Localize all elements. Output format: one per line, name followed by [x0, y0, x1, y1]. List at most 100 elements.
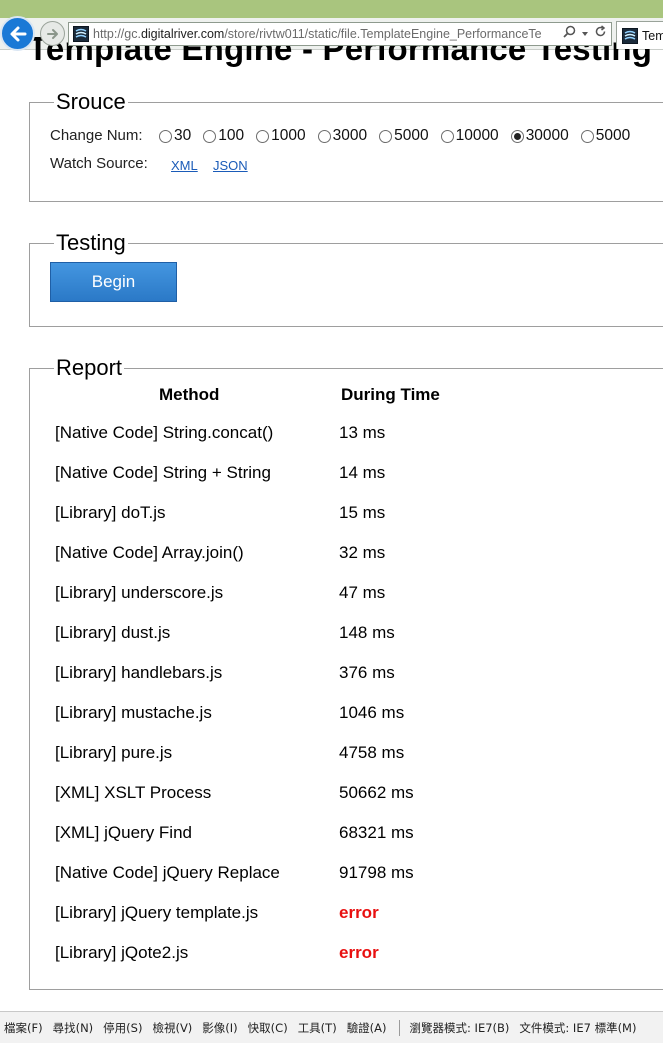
during-time-cell: 68321 ms: [339, 823, 414, 842]
menu-separator: [398, 1019, 400, 1036]
url-prefix: http://gc.: [93, 27, 141, 41]
method-cell: [Library] mustache.js: [55, 703, 212, 722]
browser-tab[interactable]: Tem: [616, 21, 663, 49]
method-cell: [Library] dust.js: [55, 623, 171, 642]
during-time-cell: 14 ms: [339, 463, 386, 482]
menu-item[interactable]: 快取(C): [248, 1020, 288, 1036]
source-fieldset: Srouce Change Num: 30 100 1000 3000 5000 1000…: [29, 89, 663, 202]
during-time-cell: 148 ms: [339, 623, 395, 642]
refresh-icon[interactable]: [594, 25, 607, 43]
change-num-option-label: 5000: [394, 127, 429, 144]
search-icon[interactable]: [563, 25, 576, 43]
forward-button[interactable]: [40, 21, 65, 46]
json-link[interactable]: JSON: [213, 158, 248, 173]
change-num-label: Change Num:: [50, 127, 143, 144]
table-row: [Library] underscore.js 47 ms: [55, 583, 655, 623]
method-cell: [XML] XSLT Process: [55, 783, 212, 802]
menu-item[interactable]: 尋找(N): [53, 1020, 94, 1036]
mode-menu-item[interactable]: 文件模式: IE7 標準(M): [519, 1020, 636, 1036]
radio-button-icon[interactable]: [440, 129, 454, 143]
table-row: [XML] jQuery Find 68321 ms: [55, 823, 655, 863]
table-row: [Native Code] String.concat() 13 ms: [55, 423, 655, 463]
table-row: [Library] handlebars.js 376 ms: [55, 663, 655, 703]
address-bar[interactable]: http://gc.digitalriver.com/store/rivtw01…: [68, 22, 612, 46]
begin-button[interactable]: Begin: [50, 262, 177, 302]
method-cell: [Native Code] String.concat(): [55, 423, 274, 442]
change-num-radio-group: 30 100 1000 3000 5000 10000 30000 5000: [159, 127, 642, 145]
testing-legend: Testing: [54, 230, 128, 256]
during-time-cell: 32 ms: [339, 543, 386, 562]
table-row: [Native Code] String + String 14 ms: [55, 463, 655, 503]
radio-selected-dot: [513, 132, 521, 140]
method-cell: [Native Code] Array.join(): [55, 543, 244, 562]
during-time-cell: error: [339, 903, 379, 922]
change-num-option-label: 3000: [332, 127, 368, 144]
arrow-right-icon: [46, 28, 58, 39]
table-row: [Library] doT.js 15 ms: [55, 503, 655, 543]
table-row: [Library] mustache.js 1046 ms: [55, 703, 655, 743]
menu-item[interactable]: 停用(S): [103, 1020, 142, 1036]
method-cell: [Library] pure.js: [55, 743, 173, 762]
during-time-column-header: During Time: [341, 385, 440, 404]
radio-button-icon[interactable]: [580, 129, 594, 143]
table-row: [Native Code] jQuery Replace 91798 ms: [55, 863, 655, 903]
during-time-cell: 376 ms: [339, 663, 395, 682]
table-row: [Library] dust.js 148 ms: [55, 623, 655, 663]
mode-menu-item[interactable]: 瀏覽器模式: IE7(B): [410, 1020, 510, 1036]
change-num-option[interactable]: 30: [159, 127, 191, 145]
during-time-cell: 15 ms: [339, 503, 386, 522]
radio-button-icon[interactable]: [203, 129, 217, 143]
menu-item[interactable]: 檔案(F): [4, 1020, 43, 1036]
radio-button-icon[interactable]: [159, 129, 172, 143]
xml-link[interactable]: XML: [171, 158, 198, 173]
tab-label: Tem: [642, 28, 663, 43]
radio-button-icon[interactable]: [510, 129, 524, 143]
method-cell: [Library] jQuery template.js: [55, 903, 259, 922]
radio-button-icon[interactable]: [379, 129, 393, 143]
method-column-header: Method: [159, 385, 220, 404]
radio-button-icon[interactable]: [256, 129, 270, 143]
menu-item[interactable]: 影像(I): [202, 1020, 237, 1036]
during-time-cell: 4758 ms: [339, 743, 405, 762]
change-num-option-label: 5000: [595, 127, 631, 144]
url-host: digitalriver.com: [140, 27, 225, 41]
method-cell: [Library] doT.js: [55, 503, 166, 522]
during-time-cell: 1046 ms: [339, 703, 405, 722]
change-num-option[interactable]: 30000: [510, 127, 569, 145]
during-time-cell: 47 ms: [339, 583, 386, 602]
change-num-option-label: 1000: [271, 127, 306, 144]
change-num-option[interactable]: 10000: [440, 127, 499, 145]
radio-button-icon[interactable]: [317, 129, 331, 143]
method-cell: [Library] jQote2.js: [55, 943, 189, 962]
site-favicon-icon: [622, 27, 638, 44]
menu-item[interactable]: 驗證(A): [347, 1020, 387, 1036]
change-num-option[interactable]: 100: [203, 127, 244, 145]
change-num-option[interactable]: 1000: [256, 127, 306, 145]
table-row: [Library] pure.js 4758 ms: [55, 743, 655, 783]
table-row: [Library] jQuery template.js error: [55, 903, 655, 943]
testing-fieldset: Testing Begin: [29, 230, 663, 327]
during-time-cell: 91798 ms: [339, 863, 414, 882]
report-legend: Report: [54, 355, 125, 381]
window-title-strip: [0, 0, 663, 18]
menu-item[interactable]: 檢視(V): [152, 1020, 192, 1036]
change-num-option-label: 10000: [455, 127, 499, 144]
during-time-cell: error: [339, 943, 379, 962]
watch-source-label: Watch Source:: [50, 155, 148, 172]
url-text[interactable]: http://gc.digitalriver.com/store/rivtw01…: [93, 27, 548, 41]
method-cell: [Native Code] jQuery Replace: [55, 863, 280, 882]
table-row: [XML] XSLT Process 50662 ms: [55, 783, 655, 823]
dropdown-arrow-icon[interactable]: [581, 25, 589, 43]
during-time-cell: 50662 ms: [339, 783, 414, 802]
report-fieldset: Report Method During Time [Native Code] …: [29, 355, 663, 990]
during-time-cell: 13 ms: [339, 423, 386, 442]
method-cell: [Native Code] String + String: [55, 463, 271, 482]
change-num-option[interactable]: 3000: [317, 127, 368, 145]
change-num-option[interactable]: 5000: [580, 127, 631, 145]
change-num-option[interactable]: 5000: [379, 127, 429, 145]
table-row: [Library] jQote2.js error: [55, 943, 655, 983]
address-tools: [559, 25, 607, 43]
site-favicon-icon: [73, 26, 89, 42]
menu-item[interactable]: 工具(T): [298, 1020, 337, 1036]
back-button[interactable]: [0, 16, 35, 51]
